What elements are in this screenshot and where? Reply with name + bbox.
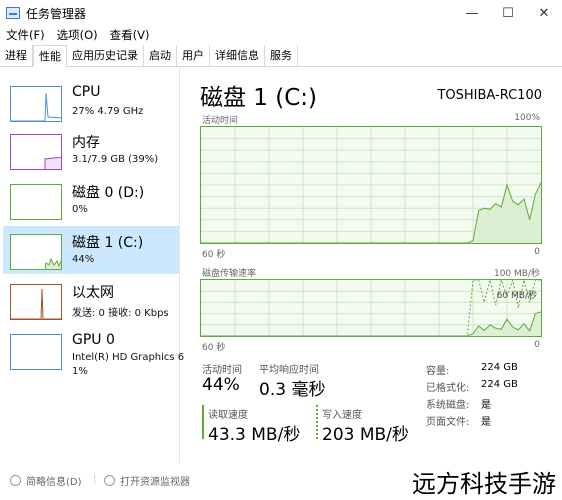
formatted-value: 224 GB	[481, 379, 518, 390]
cpu-mini-chart	[11, 92, 61, 121]
system-disk-label: 系统磁盘:	[426, 400, 470, 411]
memory-thumbnail-graph	[10, 134, 62, 170]
tab-bar: 进程 性能 应用历史记录 启动 用户 详细信息 服务	[0, 45, 562, 68]
chevron-up-icon	[10, 475, 21, 486]
disk1-mini-chart	[44, 257, 61, 269]
read-speed-value: 43.3 MB/秒	[208, 425, 301, 445]
menu-bar: 文件(F) 选项(O) 查看(V)	[0, 26, 155, 44]
chart1-time-span: 60 秒	[202, 250, 226, 260]
disk0-thumbnail-graph	[10, 184, 62, 220]
sidebar-item-subtitle: 44%	[72, 254, 95, 265]
tab-startup[interactable]: 启动	[144, 45, 177, 66]
sidebar-item-subtitle-2: 1%	[72, 366, 88, 377]
chart2-mid: 60 MB/秒	[496, 291, 537, 301]
tab-performance[interactable]: 性能	[33, 45, 67, 68]
resource-monitor-icon	[104, 475, 115, 486]
disk-model-name: TOSHIBA-RC100	[437, 88, 542, 103]
open-resource-monitor-link[interactable]: 打开资源监视器	[104, 473, 190, 488]
sidebar-item-title: 磁盘 0 (D:)	[72, 185, 145, 201]
chart2-min: 0	[534, 340, 540, 350]
chart2-time-span: 60 秒	[202, 343, 226, 353]
write-speed-indicator	[316, 405, 318, 439]
response-time-label: 平均响应时间	[259, 365, 319, 376]
read-speed-indicator	[202, 405, 204, 439]
sidebar-item-title: 以太网	[72, 285, 114, 301]
formatted-label: 已格式化:	[426, 383, 470, 394]
response-time-value: 0.3 毫秒	[259, 380, 326, 400]
sidebar-item-ethernet[interactable]: 以太网 发送: 0 接收: 0 Kbps	[3, 276, 179, 324]
menu-view[interactable]: 查看(V)	[110, 26, 150, 44]
tab-app-history[interactable]: 应用历史记录	[67, 45, 144, 66]
fewer-details-link[interactable]: 简略信息(D)	[10, 473, 82, 488]
sidebar-item-subtitle: Intel(R) HD Graphics 6	[72, 352, 185, 363]
memory-mini-chart	[44, 156, 61, 169]
window-title: 任务管理器	[26, 6, 87, 21]
tab-users[interactable]: 用户	[177, 45, 210, 66]
sidebar-item-memory[interactable]: 内存 3.1/7.9 GB (39%)	[3, 126, 179, 174]
chart1-label: 活动时间	[202, 116, 239, 126]
write-speed-value: 203 MB/秒	[322, 425, 409, 445]
watermark-text: 远方科技手游	[412, 470, 556, 498]
tab-details[interactable]: 详细信息	[210, 45, 265, 66]
sidebar-item-title: 磁盘 1 (C:)	[72, 235, 144, 251]
sidebar-item-subtitle: 27% 4.79 GHz	[72, 106, 144, 117]
sidebar-item-title: 内存	[72, 135, 100, 151]
sidebar-item-title: GPU 0	[72, 332, 115, 348]
transfer-rate-chart-svg	[201, 278, 542, 337]
active-time-chart	[200, 126, 542, 244]
disk1-thumbnail-graph	[10, 234, 62, 270]
ethernet-thumbnail-graph	[10, 284, 62, 320]
system-disk-value: 是	[481, 400, 491, 411]
gpu-thumbnail-graph	[10, 334, 62, 370]
cpu-thumbnail-graph	[10, 86, 62, 122]
close-button[interactable]: ✕	[526, 0, 562, 26]
task-manager-icon	[6, 7, 20, 19]
write-speed-label: 写入速度	[322, 410, 362, 421]
sidebar-item-subtitle: 发送: 0 接收: 0 Kbps	[72, 308, 169, 319]
minimize-button[interactable]: —	[454, 0, 490, 26]
sidebar-item-disk-1[interactable]: 磁盘 1 (C:) 44%	[3, 226, 179, 274]
title-bar: 任务管理器 — ☐ ✕	[0, 0, 562, 26]
sidebar-item-gpu-0[interactable]: GPU 0 Intel(R) HD Graphics 6 1%	[3, 326, 184, 386]
footer-divider: |	[93, 473, 97, 484]
menu-options[interactable]: 选项(O)	[57, 26, 98, 44]
chart2-label: 磁盘传输速率	[202, 269, 257, 279]
capacity-label: 容量:	[426, 366, 450, 377]
read-speed-label: 读取速度	[208, 410, 248, 421]
page-file-label: 页面文件:	[426, 417, 470, 428]
open-resource-monitor-label: 打开资源监视器	[120, 477, 190, 488]
transfer-rate-chart: 60 MB/秒	[200, 278, 542, 337]
capacity-value: 224 GB	[481, 362, 518, 373]
chart1-max: 100%	[514, 113, 540, 123]
menu-file[interactable]: 文件(F)	[6, 26, 45, 44]
sidebar-item-subtitle: 0%	[72, 204, 88, 215]
chart1-min: 0	[534, 247, 540, 257]
page-title: 磁盘 1 (C:)	[200, 85, 318, 111]
page-file-value: 是	[481, 417, 491, 428]
ethernet-mini-chart	[11, 288, 61, 319]
active-time-label: 活动时间	[202, 365, 242, 376]
performance-sidebar: CPU 27% 4.79 GHz 内存 3.1/7.9 GB (39%) 磁盘 …	[0, 68, 184, 463]
chart2-max: 100 MB/秒	[493, 269, 540, 279]
sidebar-item-title: CPU	[72, 84, 101, 100]
sidebar-item-subtitle: 3.1/7.9 GB (39%)	[72, 154, 159, 165]
fewer-details-label: 简略信息(D)	[26, 477, 82, 488]
maximize-button[interactable]: ☐	[490, 0, 526, 26]
tab-processes[interactable]: 进程	[0, 45, 33, 66]
tab-services[interactable]: 服务	[265, 45, 298, 66]
sidebar-item-disk-0[interactable]: 磁盘 0 (D:) 0%	[3, 176, 179, 224]
window-controls: — ☐ ✕	[454, 0, 562, 26]
sidebar-item-cpu[interactable]: CPU 27% 4.79 GHz	[3, 78, 179, 126]
active-time-value: 44%	[202, 375, 240, 395]
active-time-chart-svg	[201, 127, 542, 244]
disk-detail-panel: 磁盘 1 (C:) TOSHIBA-RC100 活动时间 100% 60 秒 0…	[200, 68, 550, 463]
